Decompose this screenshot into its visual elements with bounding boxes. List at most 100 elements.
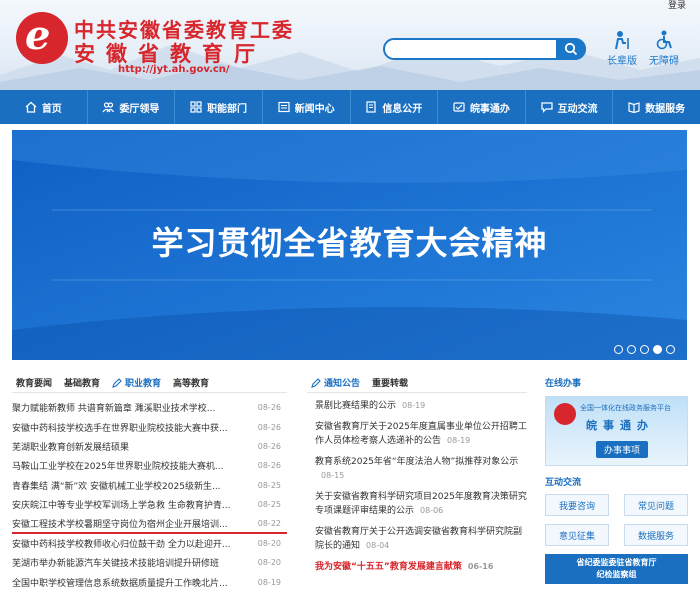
nav-item-service[interactable]: 皖事通办: [438, 90, 526, 124]
nav-label: 互动交流: [557, 103, 598, 115]
discipline-banner[interactable]: 省纪委监委驻省教育厅 纪检监察组: [545, 554, 688, 584]
leaders-icon: [102, 102, 115, 113]
banner-headline: 学习贯彻全省教育大会精神: [151, 224, 548, 262]
list-item[interactable]: 聚力赋能新教师 共谱育新篇章 濉溪职业技术学校... 08-26: [12, 398, 287, 417]
nav-item-data[interactable]: 数据服务: [613, 90, 700, 124]
list-item[interactable]: 芜湖市举办新能源汽车关键技术技能培训提升研修班 08-20: [12, 553, 287, 572]
top-bar: 登录: [0, 0, 700, 11]
list-item[interactable]: 马鞍山工业学校在2025年世界职业院校技能大赛机... 08-26: [12, 456, 287, 475]
sidebar: 在线办事 全国一体化在线政务服务平台 皖事通办 办事事项 互动交流 我要咨询 常…: [545, 373, 688, 584]
news-list: 聚力赋能新教师 共谱育新篇章 濉溪职业技术学校... 08-26 安徽中药科技学校…: [12, 398, 287, 592]
news-title[interactable]: 安徽中药科技学校教师收心归位鼓干劲 全力以赴迎开...: [12, 537, 230, 550]
news-tabs: 教育要闻 基础教育 职业教育 高等教育: [12, 373, 287, 393]
notice-title[interactable]: 我为安徽“十五五”教育发展建言献策: [315, 562, 462, 572]
list-item[interactable]: 景剧比赛结果的公示 08-19: [307, 396, 527, 417]
discipline-line2: 纪检监察组: [596, 570, 637, 579]
notice-list: 景剧比赛结果的公示 08-19 安徽省教育厅关于2025年度直属事业单位公开招聘工…: [307, 396, 527, 578]
info-icon: [366, 101, 376, 113]
data-service-button[interactable]: 数据服务: [624, 524, 688, 546]
tab-label: 职业教育: [125, 379, 162, 389]
list-item[interactable]: 关于安徽省教育科学研究项目2025年度教育决策研究专项课题评审结果的公示 08-0…: [307, 487, 527, 522]
list-item-featured[interactable]: 我为安徽“十五五”教育发展建言献策 06-16: [307, 557, 527, 578]
accessibility-button[interactable]: 无障碍: [644, 30, 684, 67]
wanshi-subtitle: 全国一体化在线政务服务平台: [580, 404, 671, 412]
nav-item-info[interactable]: 信息公开: [351, 90, 439, 124]
carousel-dot[interactable]: [614, 345, 623, 354]
data-icon: [628, 102, 640, 113]
header: e 中共安徽省委教育工委 安徽省教育厅 http://jyt.ah.gov.cn…: [0, 0, 700, 90]
list-item[interactable]: 芜湖职业教育创新发展结硕果 08-26: [12, 437, 287, 456]
login-link[interactable]: 登录: [668, 0, 686, 11]
news-date: 08-26: [257, 403, 281, 413]
tab-higher-education[interactable]: 高等教育: [173, 376, 209, 389]
news-title[interactable]: 芜湖职业教育创新发展结硕果: [12, 440, 129, 453]
wanshi-button[interactable]: 办事事项: [596, 441, 649, 458]
elder-mode-button[interactable]: 长辈版: [602, 30, 642, 67]
tab-reprints[interactable]: 重要转载: [372, 376, 408, 389]
news-title[interactable]: 青春集结 满“新”欢 安徽机械工业学校2025级新生...: [12, 479, 221, 492]
news-title[interactable]: 安徽工程技术学校暑期坚守岗位为宿州企业开展培训...: [12, 517, 228, 530]
list-item[interactable]: 安徽中药科技学校选手在世界职业院校技能大赛中获... 08-26: [12, 417, 287, 436]
department-icon: [190, 101, 202, 113]
notice-section: 通知公告 重要转载 景剧比赛结果的公示 08-19 安徽省教育厅关于2025年度直…: [307, 373, 527, 578]
notice-title[interactable]: 安徽省教育厅关于公开选调安徽省教育科学研究院副院长的通知: [315, 527, 522, 551]
notice-title[interactable]: 教育系统2025年省“年度法治人物”拟推荐对象公示: [315, 457, 518, 467]
list-item[interactable]: 安徽省教育厅关于公开选调安徽省教育科学研究院副院长的通知 08-04: [307, 522, 527, 557]
news-title[interactable]: 全国中职学校管理信息系统数据质量提升工作晚北片...: [12, 576, 228, 589]
notice-title[interactable]: 景剧比赛结果的公示: [315, 401, 396, 411]
news-date: 08-20: [257, 538, 281, 548]
news-date: 08-19: [257, 577, 281, 587]
site-url: http://jyt.ah.gov.cn/: [118, 64, 230, 75]
logo-icon: e: [16, 12, 68, 64]
news-title[interactable]: 聚力赋能新教师 共谱育新篇章 濉溪职业技术学校...: [12, 401, 215, 414]
list-item[interactable]: 安庆皖江中等专业学校军训场上学急救 生命教育护青... 08-25: [12, 495, 287, 514]
notice-title[interactable]: 安徽省教育厅关于2025年度直属事业单位公开招聘工作人员体检考察人选递补的公告: [315, 422, 527, 446]
nav-item-interact[interactable]: 互动交流: [526, 90, 614, 124]
notice-date: 08-04: [366, 541, 390, 550]
search-button[interactable]: [556, 38, 586, 60]
list-item[interactable]: 安徽省教育厅关于2025年度直属事业单位公开招聘工作人员体检考察人选递补的公告 0…: [307, 417, 527, 452]
nav-label: 皖事通办: [469, 103, 510, 115]
nav-item-leaders[interactable]: 委厅领导: [88, 90, 176, 124]
elder-icon: [615, 31, 629, 50]
list-item[interactable]: 安徽中药科技学校教师收心归位鼓干劲 全力以赴迎开... 08-20: [12, 534, 287, 553]
notice-date: 08-15: [321, 471, 345, 480]
opinion-button[interactable]: 意见征集: [545, 524, 609, 546]
carousel-dot-active[interactable]: [653, 345, 662, 354]
nav-item-home[interactable]: 首页: [0, 90, 88, 124]
news-title[interactable]: 安徽中药科技学校选手在世界职业院校技能大赛中获...: [12, 421, 228, 434]
news-title[interactable]: 马鞍山工业学校在2025年世界职业院校技能大赛机...: [12, 459, 224, 472]
list-item[interactable]: 青春集结 满“新”欢 安徽机械工业学校2025级新生... 08-25: [12, 476, 287, 495]
consult-button[interactable]: 我要咨询: [545, 494, 609, 516]
chat-icon: [540, 102, 553, 113]
news-date: 08-26: [257, 441, 281, 451]
list-item-highlighted[interactable]: 安徽工程技术学校暑期坚守岗位为宿州企业开展培训... 08-22: [12, 514, 287, 534]
hero-banner[interactable]: 学习贯彻全省教育大会精神: [12, 130, 687, 360]
tab-basic-education[interactable]: 基础教育: [64, 376, 100, 389]
news-date: 08-26: [257, 461, 281, 471]
faq-button[interactable]: 常见问题: [624, 494, 688, 516]
notice-date: 08-19: [402, 401, 426, 410]
list-item[interactable]: 教育系统2025年省“年度法治人物”拟推荐对象公示 08-15: [307, 452, 527, 487]
notice-date: 06-16: [467, 562, 494, 571]
tab-education-news[interactable]: 教育要闻: [16, 376, 52, 389]
news-title[interactable]: 安庆皖江中等专业学校军训场上学急救 生命教育护青...: [12, 498, 230, 511]
news-icon: [278, 101, 290, 113]
nav-item-news[interactable]: 新闻中心: [263, 90, 351, 124]
news-title[interactable]: 芜湖市举办新能源汽车关键技术技能培训提升研修班: [12, 556, 219, 569]
news-date: 08-25: [257, 480, 281, 490]
nav-item-departments[interactable]: 职能部门: [175, 90, 263, 124]
pencil-icon: [311, 377, 321, 388]
home-icon: [25, 101, 37, 113]
carousel-dot[interactable]: [640, 345, 649, 354]
nav-label: 新闻中心: [294, 103, 335, 115]
tab-notices[interactable]: 通知公告: [311, 376, 360, 389]
list-item[interactable]: 全国中职学校管理信息系统数据质量提升工作晚北片... 08-19: [12, 573, 287, 592]
carousel-dot[interactable]: [627, 345, 636, 354]
accessibility-label: 无障碍: [649, 56, 679, 67]
tab-vocational-education[interactable]: 职业教育: [112, 376, 161, 389]
interact-buttons: 我要咨询 常见问题 意见征集 数据服务: [545, 494, 688, 546]
wanshi-card[interactable]: 全国一体化在线政务服务平台 皖事通办 办事事项: [545, 396, 688, 466]
accessibility-icon: [656, 30, 672, 50]
carousel-dot[interactable]: [666, 345, 675, 354]
